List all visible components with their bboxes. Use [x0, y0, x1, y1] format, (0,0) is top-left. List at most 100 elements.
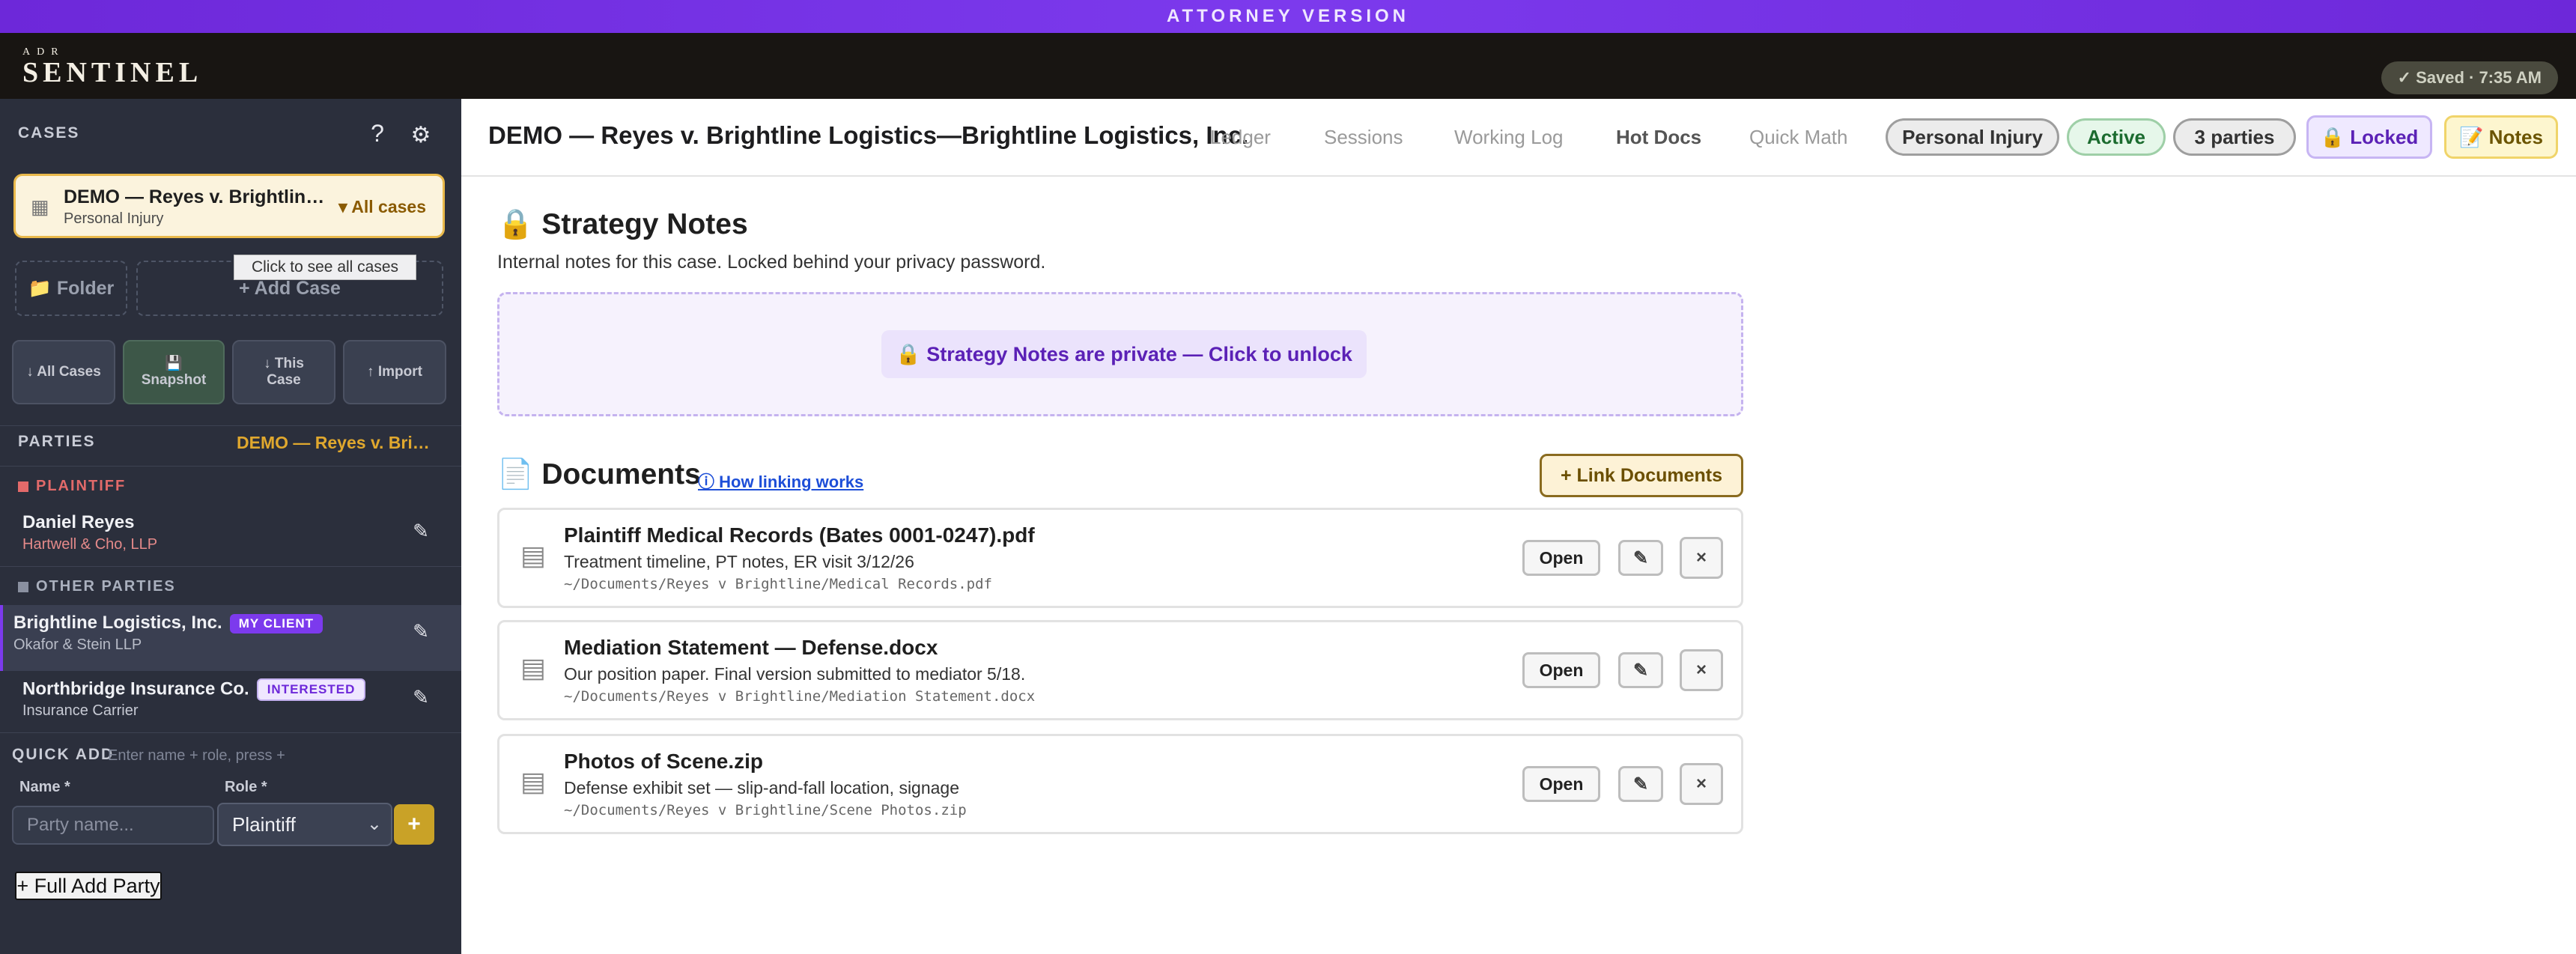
case-title: DEMO — Reyes v. Brightline Logistics—Bri… [488, 121, 1249, 149]
case-type-pill: Personal Injury [1886, 118, 2059, 156]
snapshot-icon: 💾 [165, 356, 183, 371]
quick-add-label: QUICK ADD [12, 746, 115, 763]
document-path: ~/Documents/Reyes v Brightline/Medical R… [564, 576, 992, 592]
plaintiff-group-label: PLAINTIFF [18, 478, 126, 495]
divider [0, 466, 461, 467]
export-this-label: ↓ This Case [264, 356, 304, 388]
gear-icon[interactable]: ⚙ [404, 118, 437, 151]
current-case-title: DEMO — Reyes v. Brightline Logistics—Bri… [64, 186, 326, 207]
party-name-input[interactable]: Party name... [12, 806, 214, 845]
document-card: ▤ Mediation Statement — Defense.docx Our… [497, 620, 1743, 720]
plaintiff-marker-icon [18, 481, 28, 492]
import-button[interactable]: ↑ Import [343, 340, 446, 404]
tab-sessions[interactable]: Sessions [1324, 126, 1403, 149]
edit-brightline-pencil-icon[interactable]: ✎ [406, 620, 436, 643]
edit-northbridge-pencil-icon[interactable]: ✎ [406, 686, 436, 709]
divider [0, 732, 461, 733]
interested-badge: INTERESTED [256, 678, 366, 701]
case-document-icon: ▦ [31, 195, 49, 218]
strategy-notes-locked-panel: 🔒 Strategy Notes are private — Click to … [497, 292, 1743, 416]
tab-quick-math[interactable]: Quick Math [1749, 126, 1848, 149]
snapshot-label: Snapshot [141, 372, 207, 388]
document-description: Our position paper. Final version submit… [564, 664, 1026, 684]
open-document-button[interactable]: Open [1522, 540, 1600, 576]
file-icon: ▤ [520, 766, 547, 797]
all-cases-dropdown[interactable]: ▾ All cases [338, 197, 426, 217]
party-name-northbridge[interactable]: Northbridge Insurance Co. INTERESTED [22, 678, 366, 701]
file-icon: ▤ [520, 540, 547, 571]
party-name-brightline[interactable]: Brightline Logistics, Inc. MY CLIENT [13, 613, 323, 634]
remove-document-close-icon[interactable]: × [1680, 649, 1723, 691]
party-name-text: Brightline Logistics, Inc. [13, 613, 222, 633]
other-parties-text: OTHER PARTIES [36, 578, 176, 595]
document-path: ~/Documents/Reyes v Brightline/Scene Pho… [564, 802, 967, 818]
document-name: Mediation Statement — Defense.docx [564, 636, 938, 659]
my-client-badge: MY CLIENT [229, 613, 323, 634]
other-parties-marker-icon [18, 581, 28, 592]
edit-document-pencil-icon[interactable]: ✎ [1618, 540, 1663, 576]
export-this-case-button[interactable]: ↓ This Case [232, 340, 335, 404]
quick-add-plus-button[interactable]: + [394, 804, 434, 845]
plaintiff-group-text: PLAINTIFF [36, 478, 127, 494]
name-field-label: Name * [19, 779, 70, 795]
tab-ledger[interactable]: Ledger [1210, 126, 1271, 149]
logo-big-text: SENTINEL [22, 57, 203, 88]
document-name: Plaintiff Medical Records (Bates 0001-02… [564, 523, 1035, 547]
plaintiff-name[interactable]: Daniel Reyes [22, 512, 134, 533]
file-icon: ▤ [520, 652, 547, 683]
link-documents-button[interactable]: + Link Documents [1540, 454, 1743, 497]
party-firm-northbridge: Insurance Carrier [22, 702, 139, 719]
remove-document-close-icon[interactable]: × [1680, 537, 1723, 579]
top-bar: ADR SENTINEL ✓ Saved · 7:35 AM [0, 33, 2576, 99]
open-document-button[interactable]: Open [1522, 766, 1600, 802]
divider [0, 566, 461, 567]
edit-document-pencil-icon[interactable]: ✎ [1618, 766, 1663, 802]
full-add-party-button[interactable]: + Full Add Party [15, 872, 162, 900]
parties-case-name: DEMO — Reyes v. Brightline Logistics [237, 433, 439, 452]
status-pill: Active [2067, 118, 2166, 156]
document-path: ~/Documents/Reyes v Brightline/Mediation… [564, 688, 1036, 705]
saved-status: ✓ Saved · 7:35 AM [2381, 61, 2558, 94]
unlock-strategy-button[interactable]: 🔒 Strategy Notes are private — Click to … [881, 330, 1367, 378]
chevron-down-icon: ⌄ [366, 814, 382, 834]
tab-hot-docs[interactable]: Hot Docs [1616, 126, 1701, 149]
cases-label: CASES [18, 124, 80, 142]
strategy-notes-desc: Internal notes for this case. Locked beh… [497, 252, 1046, 273]
import-label: ↑ Import [367, 364, 422, 380]
help-icon[interactable]: ? [361, 117, 394, 150]
divider [0, 425, 461, 426]
folder-button[interactable]: 📁 Folder [15, 261, 127, 316]
notes-button[interactable]: 📝 Notes [2444, 115, 2558, 159]
plaintiff-firm: Hartwell & Cho, LLP [22, 536, 158, 553]
party-firm-brightline: Okafor & Stein LLP [13, 636, 142, 653]
snapshot-button[interactable]: 💾 Snapshot [123, 340, 225, 404]
export-all-cases-button[interactable]: ↓ All Cases [12, 340, 115, 404]
edit-plaintiff-pencil-icon[interactable]: ✎ [406, 520, 436, 543]
locked-button[interactable]: 🔒 Locked [2306, 115, 2432, 159]
document-description: Defense exhibit set — slip-and-fall loca… [564, 778, 960, 797]
parties-count-pill: 3 parties [2173, 118, 2296, 156]
open-document-button[interactable]: Open [1522, 652, 1600, 688]
version-banner: ATTORNEY VERSION [0, 0, 2576, 33]
role-select[interactable]: Plaintiff ⌄ [217, 803, 392, 846]
edit-document-pencil-icon[interactable]: ✎ [1618, 652, 1663, 688]
documents-title: 📄 Documents [497, 458, 701, 490]
sidebar: CASES ? ⚙ ▦ DEMO — Reyes v. Brightline L… [0, 99, 461, 954]
tab-working-log[interactable]: Working Log [1454, 126, 1564, 149]
parties-label: PARTIES [18, 433, 96, 450]
current-case-type: Personal Injury [64, 210, 164, 227]
role-select-value: Plaintiff [232, 812, 296, 836]
document-card: ▤ Plaintiff Medical Records (Bates 0001-… [497, 508, 1743, 608]
strategy-notes-title: 🔒 Strategy Notes [497, 208, 748, 240]
export-all-label: ↓ All Cases [26, 364, 101, 380]
app-logo: ADR SENTINEL [22, 46, 202, 87]
document-description: Treatment timeline, PT notes, ER visit 3… [564, 552, 914, 571]
quick-add-hint: Enter name + role, press + [108, 747, 285, 764]
role-field-label: Role * [225, 779, 267, 795]
case-header: DEMO — Reyes v. Brightline Logistics—Bri… [461, 99, 2576, 177]
remove-document-close-icon[interactable]: × [1680, 763, 1723, 805]
current-case-card[interactable]: ▦ DEMO — Reyes v. Brightline Logistics—B… [13, 174, 445, 238]
how-linking-works-link[interactable]: ⓘ How linking works [698, 469, 863, 493]
other-parties-group-label: OTHER PARTIES [18, 578, 176, 595]
document-name: Photos of Scene.zip [564, 750, 764, 773]
